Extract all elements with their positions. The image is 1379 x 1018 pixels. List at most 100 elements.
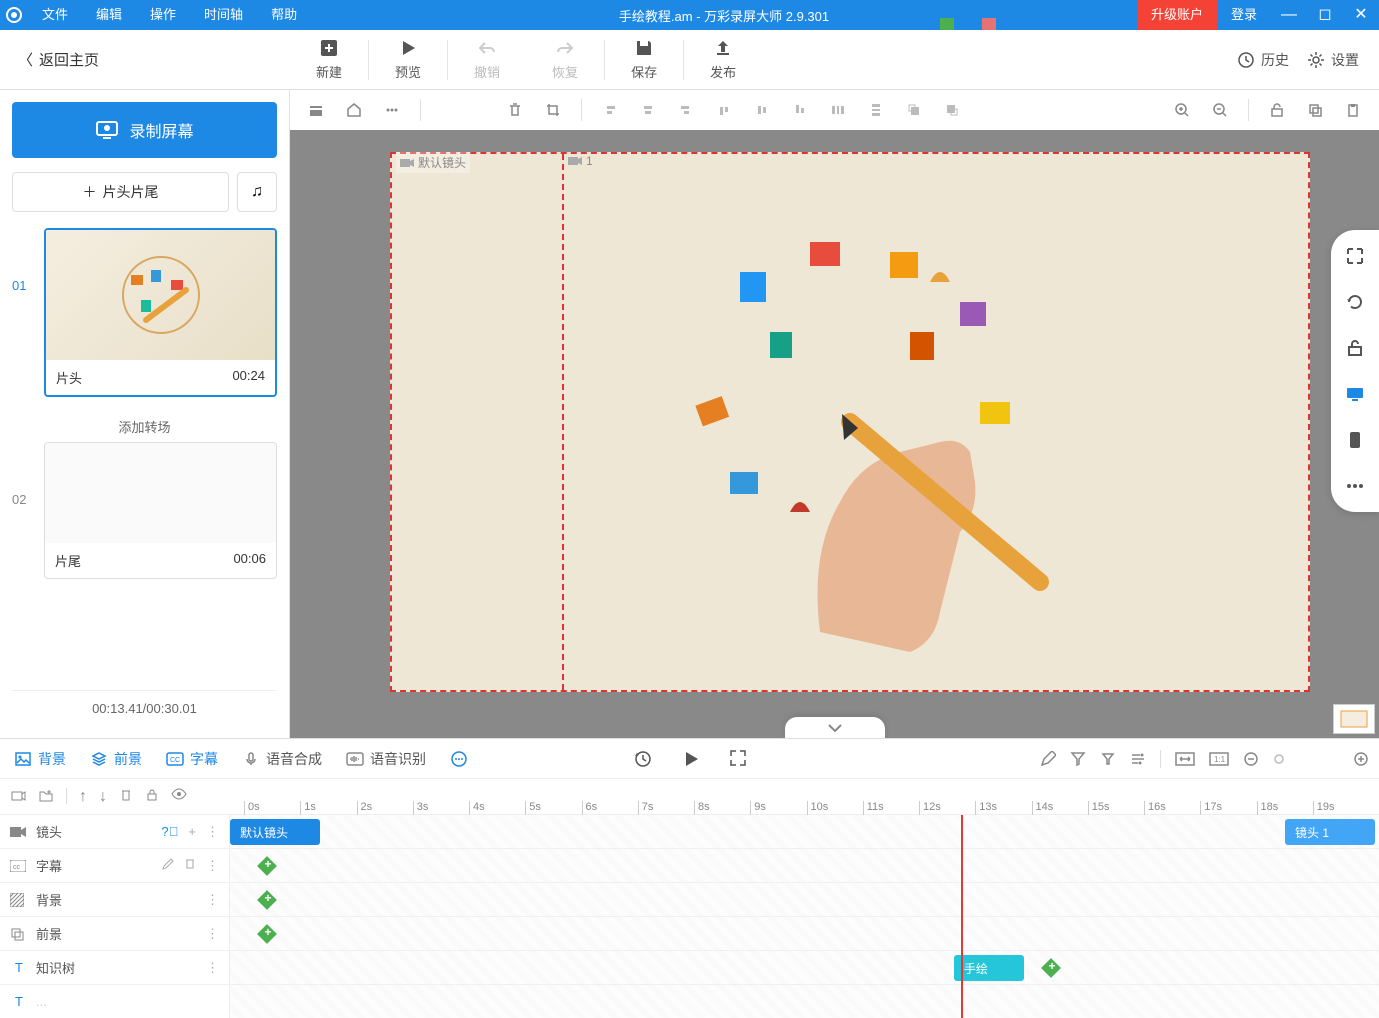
trash-icon[interactable] (499, 94, 531, 126)
menu-timeline[interactable]: 时间轴 (190, 0, 257, 30)
login-button[interactable]: 登录 (1217, 0, 1271, 30)
minimize-button[interactable]: — (1271, 0, 1307, 30)
scene-item[interactable]: 01 片头 00:24 (12, 228, 277, 397)
align-center-h-icon[interactable] (632, 94, 664, 126)
menu-file[interactable]: 文件 (28, 0, 82, 30)
replay-icon[interactable] (633, 749, 653, 769)
publish-button[interactable]: 发布 (684, 30, 762, 90)
more-v-icon[interactable]: ⋮ (206, 824, 219, 840)
filter-icon[interactable] (1070, 751, 1086, 767)
bring-front-icon[interactable] (898, 94, 930, 126)
tab-background[interactable]: 背景 (10, 749, 70, 769)
expand-icon[interactable] (729, 749, 747, 769)
close-button[interactable]: ✕ (1343, 0, 1379, 30)
add-keyframe[interactable] (1041, 958, 1061, 978)
settings-small-icon[interactable] (1130, 751, 1146, 767)
crop-icon[interactable] (537, 94, 569, 126)
play-icon[interactable] (681, 749, 701, 769)
scene-item[interactable]: 02 片尾 00:06 (12, 442, 277, 579)
help-icon[interactable]: ?⃝ (161, 824, 178, 840)
send-back-icon[interactable] (936, 94, 968, 126)
more-v-icon[interactable]: ⋮ (206, 960, 219, 976)
music-button[interactable]: ♫ (237, 172, 277, 212)
align-middle-icon[interactable] (746, 94, 778, 126)
clip-default-camera[interactable]: 默认镜头 (230, 819, 320, 845)
new-button[interactable]: 新建 (290, 30, 368, 90)
tab-foreground[interactable]: 前景 (86, 749, 146, 769)
more-v-icon[interactable]: ⋮ (206, 858, 219, 874)
fullscreen-icon[interactable] (1341, 242, 1369, 270)
tab-asr[interactable]: 语音识别 (342, 749, 430, 769)
plus-small-icon[interactable]: + (188, 824, 196, 840)
align-bottom-icon[interactable] (784, 94, 816, 126)
maximize-button[interactable]: ◻ (1307, 0, 1343, 30)
display-icon[interactable] (1341, 380, 1369, 408)
phone-icon[interactable] (1341, 426, 1369, 454)
up-icon[interactable]: ↑ (79, 788, 87, 806)
paste-icon[interactable] (1337, 94, 1369, 126)
more-icon[interactable] (376, 94, 408, 126)
undo-button[interactable]: 撤销 (448, 30, 526, 90)
add-track-icon[interactable] (10, 788, 26, 806)
settings-button[interactable]: 设置 (1307, 50, 1359, 70)
minimap[interactable] (1333, 704, 1375, 734)
copy-icon[interactable] (1299, 94, 1331, 126)
back-home-button[interactable]: 〈 返回主页 (0, 49, 290, 70)
clip-camera-1[interactable]: 镜头 1 (1285, 819, 1375, 845)
add-keyframe[interactable] (257, 890, 277, 910)
rotate-icon[interactable] (1341, 288, 1369, 316)
edit-small-icon[interactable] (162, 858, 174, 874)
ratio-icon[interactable]: 1:1 (1209, 752, 1229, 766)
new-folder-icon[interactable] (38, 788, 54, 806)
tab-tts[interactable]: 语音合成 (238, 749, 326, 769)
eye-icon[interactable] (171, 788, 187, 806)
align-left-icon[interactable] (594, 94, 626, 126)
expand-panel-handle[interactable] (785, 717, 885, 738)
zoom-slider-icon[interactable] (1273, 753, 1285, 765)
timeline-ruler[interactable]: 0s1s2s3s4s5s6s7s8s9s10s11s12s13s14s15s16… (244, 779, 1369, 815)
tab-more[interactable] (446, 750, 472, 768)
ruler-tick: 11s (863, 801, 919, 815)
zoom-in-icon[interactable] (1166, 94, 1198, 126)
align-right-icon[interactable] (670, 94, 702, 126)
menu-edit[interactable]: 编辑 (82, 0, 136, 30)
unlock-icon[interactable] (1261, 94, 1293, 126)
fit-width-icon[interactable] (1175, 752, 1195, 766)
layer-icon[interactable] (300, 94, 332, 126)
home-icon[interactable] (338, 94, 370, 126)
record-screen-button[interactable]: 录制屏幕 (12, 102, 277, 158)
zoom-out-icon[interactable] (1204, 94, 1236, 126)
delete-small-icon[interactable] (184, 858, 196, 874)
distribute-v-icon[interactable] (860, 94, 892, 126)
clip-handdraw[interactable]: 手绘 (954, 955, 1024, 981)
lock-track-icon[interactable] (145, 788, 159, 806)
more-v-icon[interactable]: ⋮ (206, 926, 219, 942)
delete-track-icon[interactable] (119, 788, 133, 806)
save-button[interactable]: 保存 (605, 30, 683, 90)
edit-icon[interactable] (1040, 751, 1056, 767)
add-keyframe[interactable] (257, 856, 277, 876)
funnel-icon[interactable] (1100, 751, 1116, 767)
menu-help[interactable]: 帮助 (257, 0, 311, 30)
intro-outro-button[interactable]: ＋ 片头片尾 (12, 172, 229, 212)
menu-action[interactable]: 操作 (136, 0, 190, 30)
zoom-in-tl-icon[interactable] (1353, 751, 1369, 767)
timeline-control-row: ↑ ↓ 0s1s2s3s4s5s6s7s8s9s10s11s12s13s14s1… (0, 779, 1379, 815)
upgrade-button[interactable]: 升级账户 (1137, 0, 1217, 30)
add-keyframe[interactable] (257, 924, 277, 944)
playhead-line[interactable] (961, 815, 963, 1018)
layers-icon (90, 750, 108, 768)
tab-subtitle[interactable]: CC 字幕 (162, 749, 222, 769)
more-dots-icon[interactable] (1341, 472, 1369, 500)
add-transition[interactable]: 添加转场 (12, 407, 277, 442)
zoom-out-tl-icon[interactable] (1243, 751, 1259, 767)
history-button[interactable]: 历史 (1237, 50, 1289, 70)
preview-button[interactable]: 预览 (369, 30, 447, 90)
distribute-h-icon[interactable] (822, 94, 854, 126)
more-v-icon[interactable]: ⋮ (206, 892, 219, 908)
canvas-stage[interactable]: 默认镜头 1 (290, 130, 1379, 738)
lock-open-icon[interactable] (1341, 334, 1369, 362)
redo-button[interactable]: 恢复 (526, 30, 604, 90)
align-top-icon[interactable] (708, 94, 740, 126)
down-icon[interactable]: ↓ (99, 788, 107, 806)
